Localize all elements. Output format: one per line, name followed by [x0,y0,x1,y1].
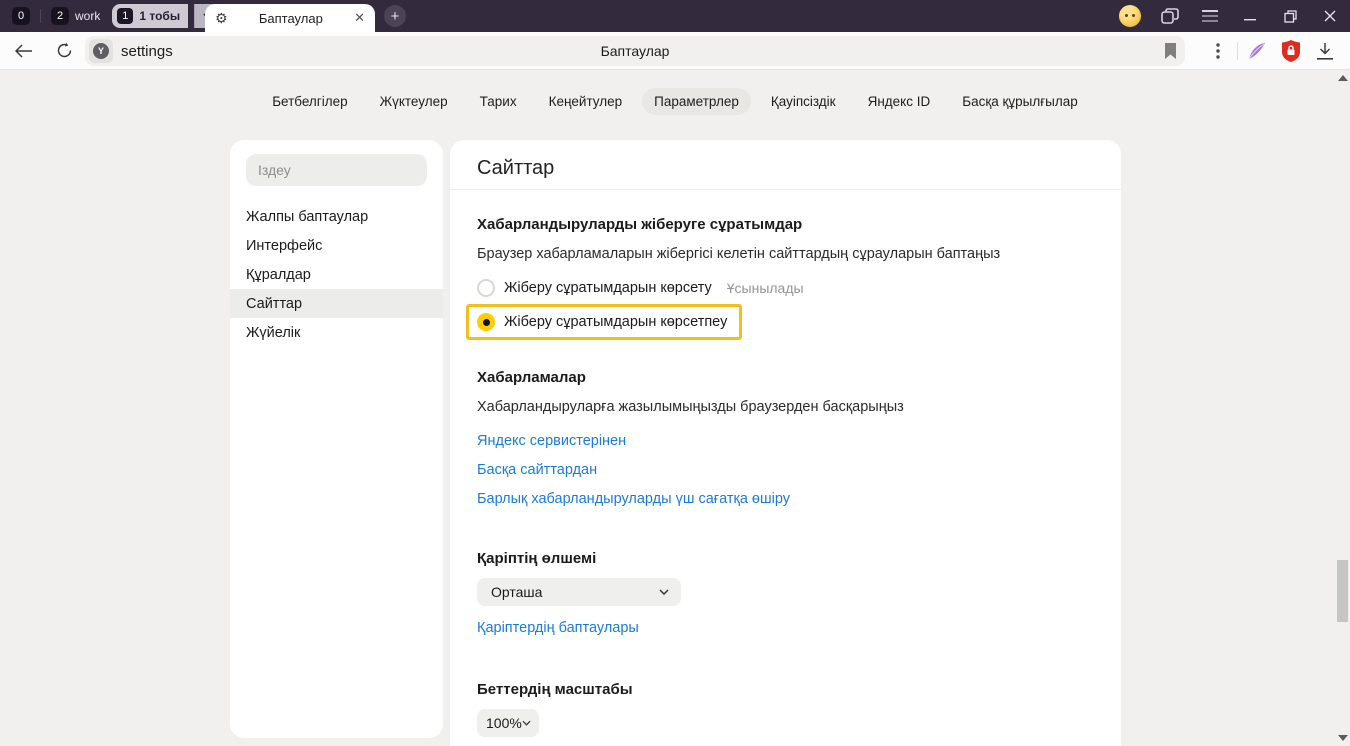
workspace-item-active[interactable]: 1 1 тобы [112,4,188,28]
back-icon[interactable] [6,36,42,66]
workspace-label: 1 тобы [139,9,180,23]
automation-highlight: Жіберу сұратымдарын көрсетпеу [466,304,742,340]
radio-option-hide-requests[interactable]: Жіберу сұратымдарын көрсетпеу [477,311,727,333]
sidebar-item-system[interactable]: Жүйелік [246,318,427,347]
more-options-icon[interactable] [1201,36,1235,66]
workspace-item[interactable]: 0 [12,7,30,25]
recommended-badge: Ұсынылады [727,280,804,296]
address-url[interactable]: settings [121,43,173,60]
select-value: 100% [486,715,522,731]
workspace-badge[interactable]: 2 [51,7,69,25]
window-restore-button[interactable] [1270,0,1310,32]
link-font-settings[interactable]: Қаріптердің баптаулары [477,618,639,638]
window-close-button[interactable] [1310,0,1350,32]
section-description: Хабарландыруларға жазылымыңызды браузерд… [477,397,1094,417]
browser-toolbar: Y settings Баптаулар [0,32,1350,70]
sidebar-item-general[interactable]: Жалпы баптаулар [246,202,427,231]
divider [1237,42,1238,60]
sidebar-item-sites[interactable]: Сайттар [230,289,443,318]
nav-tab-other-devices[interactable]: Басқа құрылғылар [950,88,1090,115]
address-page-title: Баптаулар [85,43,1185,59]
settings-content: Сайттар Хабарландыруларды жіберуге сұрат… [450,140,1121,746]
section-title-notifications: Хабарламалар [477,368,1094,388]
new-tab-button[interactable]: + [384,5,406,27]
nav-tab-yandex-id[interactable]: Яндекс ID [856,88,943,115]
settings-sidebar: Жалпы баптаулар Интерфейс Құралдар Сайтт… [230,140,443,738]
chevron-down-icon [659,589,669,595]
select-value: Орташа [491,584,542,600]
sidebar-item-interface[interactable]: Интерфейс [246,231,427,260]
bookmark-icon[interactable] [1164,43,1177,59]
download-icon[interactable] [1308,36,1342,66]
chevron-down-icon [522,720,531,726]
font-size-select[interactable]: Орташа [477,578,681,606]
radio-unselected-icon[interactable] [477,279,495,297]
menu-hamburger-icon[interactable] [1190,0,1230,32]
page-title: Сайттар [477,154,1094,182]
scroll-up-icon[interactable] [1338,75,1348,81]
radio-label: Жіберу сұратымдарын көрсетпеу [504,314,727,330]
scrollbar-thumb[interactable] [1337,560,1348,622]
nav-tab-bookmarks[interactable]: Бетбелгілер [260,88,359,115]
divider [450,189,1121,190]
settings-nav: Бетбелгілер Жүктеулер Тарих Кеңейтулер П… [0,88,1350,115]
section-title-notification-requests: Хабарландыруларды жіберуге сұратымдар [477,215,1094,235]
reload-icon[interactable] [46,36,82,66]
protect-shield-icon[interactable] [1274,36,1308,66]
section-title-font-size: Қаріптің өлшемі [477,549,1094,569]
workspace-label[interactable]: work [75,9,100,23]
section-title-page-zoom: Беттердің масштабы [477,680,1094,700]
window-minimize-button[interactable] [1230,0,1270,32]
sidebar-item-tools[interactable]: Құралдар [246,260,427,289]
link-other-sites[interactable]: Басқа сайттардан [477,460,597,480]
tab-close-icon[interactable]: ✕ [354,10,365,26]
notification-links: Яндекс сервистерінен Басқа сайттардан Ба… [477,422,1094,509]
workspace-badge: 1 [117,8,133,24]
link-mute-all-3h[interactable]: Барлық хабарландыруларды үш сағатқа өшір… [477,489,790,509]
radio-label: Жіберу сұратымдарын көрсету [504,280,712,296]
radio-option-show-requests[interactable]: Жіберу сұратымдарын көрсету Ұсынылады [477,277,1094,299]
address-bar[interactable]: Y settings Баптаулар [85,36,1185,66]
link-yandex-services[interactable]: Яндекс сервистерінен [477,431,626,451]
profile-avatar[interactable] [1110,0,1150,32]
nav-tab-security[interactable]: Қауіпсіздік [759,88,848,115]
divider [40,9,41,23]
gear-icon: ⚙ [215,11,228,25]
scroll-down-icon[interactable] [1338,735,1348,741]
nav-tab-extensions[interactable]: Кеңейтулер [537,88,635,115]
window-titlebar: 0 2 work 1 1 тобы ⚙ Баптаулар ✕ + [0,0,1350,32]
feather-extension-icon[interactable] [1240,36,1274,66]
radio-selected-icon[interactable] [477,313,495,331]
tab-title: Баптаулар [228,11,355,26]
sidebar-menu: Жалпы баптаулар Интерфейс Құралдар Сайтт… [246,202,427,347]
browser-tab-settings[interactable]: ⚙ Баптаулар ✕ [205,4,375,32]
nav-tab-downloads[interactable]: Жүктеулер [368,88,460,115]
nav-tab-settings[interactable]: Параметрлер [642,88,751,115]
side-panels-icon[interactable] [1150,0,1190,32]
section-description: Браузер хабарламаларын жібергісі келетін… [477,244,1094,264]
search-input[interactable] [246,154,427,186]
avatar [1119,5,1141,27]
nav-tab-history[interactable]: Тарих [468,88,529,115]
page-zoom-select[interactable]: 100% [477,709,539,737]
site-favicon: Y [89,39,113,63]
page-scrollbar[interactable] [1336,70,1350,746]
workspace-switcher: 0 2 work 1 1 тобы [0,0,220,32]
yandex-browser-icon: Y [93,43,109,59]
